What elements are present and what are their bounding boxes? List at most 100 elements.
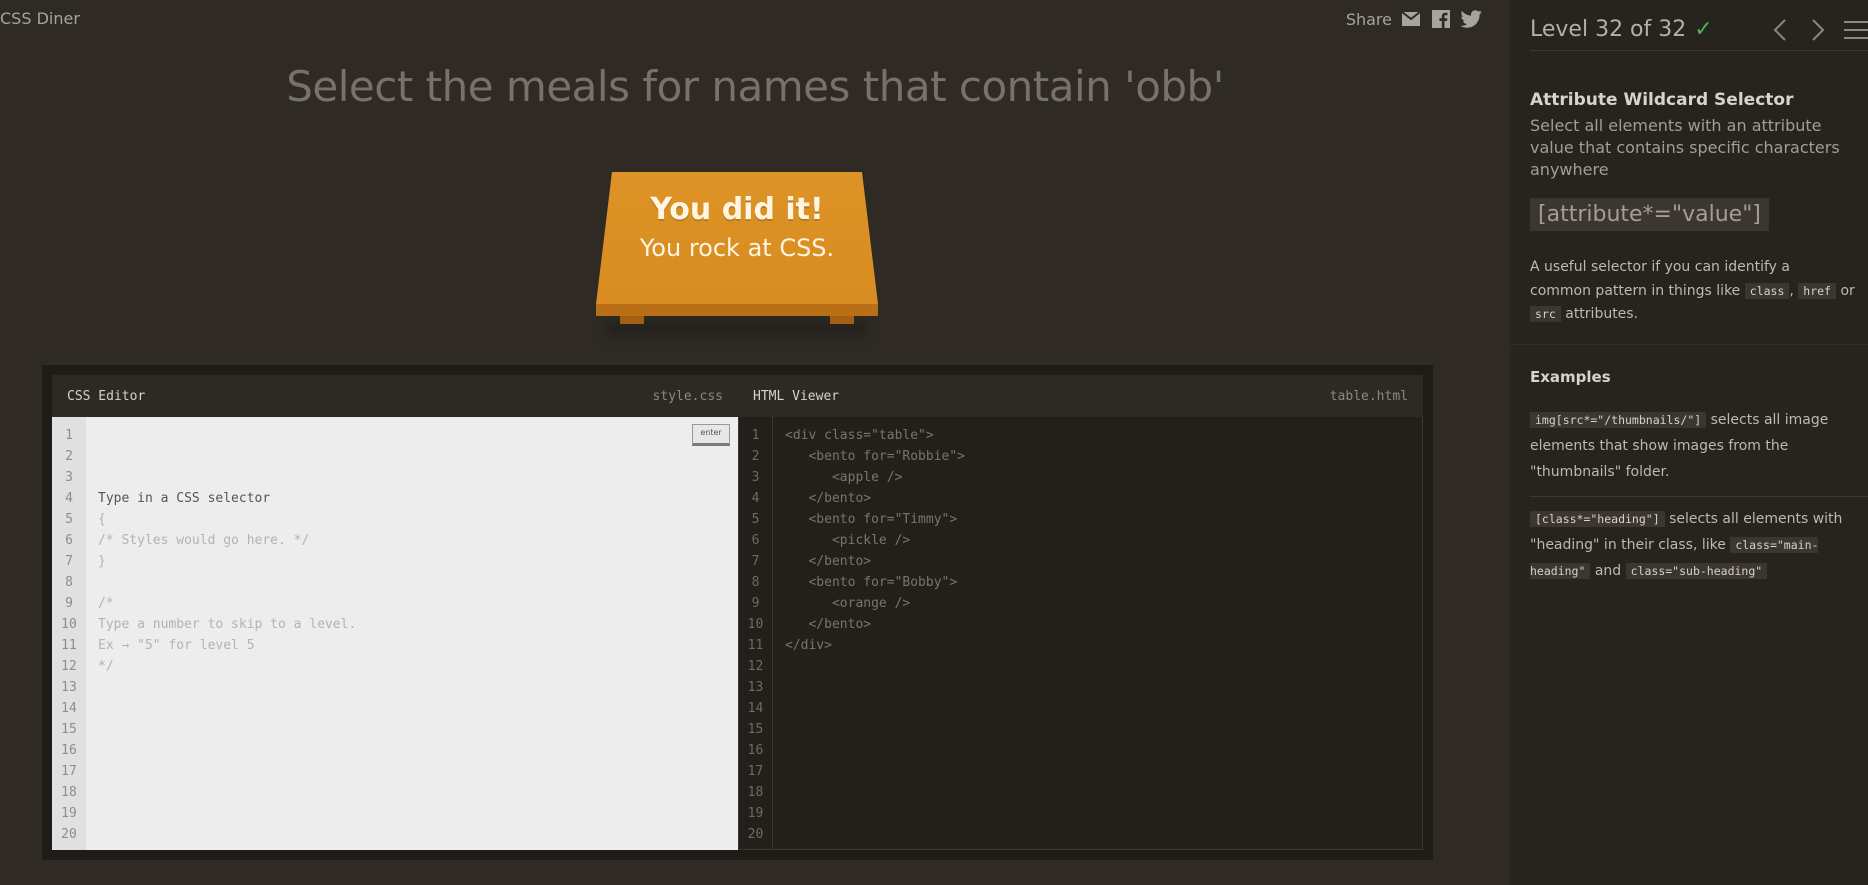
example-code: class="sub-heading" [1625, 563, 1768, 579]
hint-code-src: src [1530, 306, 1561, 322]
hint-separator: , [1789, 282, 1794, 299]
line-number: 17 [747, 764, 764, 779]
win-message-subtitle: You rock at CSS. [639, 234, 835, 262]
line-number: 11 [747, 638, 764, 653]
code-line: </bento> [785, 491, 872, 506]
checkmark-icon: ✓ [1694, 17, 1713, 42]
line-number: 9 [751, 596, 760, 611]
line-number: 7 [751, 554, 760, 569]
example-item: [class*="heading"] selects all elements … [1530, 506, 1860, 584]
code-line: /* [98, 596, 114, 611]
hint-code-class: class [1744, 282, 1790, 299]
html-viewer-header: HTML Viewer table.html [738, 375, 1423, 417]
hint-separator: or [1840, 282, 1855, 299]
line-number: 7 [65, 554, 73, 569]
table-edge [596, 304, 878, 316]
line-number: 17 [61, 764, 77, 779]
level-sidebar: Level 32 of 32 ✓ Attribute Wildcard Sele… [1510, 0, 1868, 885]
css-editor-body: 1 2 3 4 5 6 7 8 9 10 11 12 13 14 15 16 17 18 19 20 enter Ty… [52, 417, 738, 850]
css-input[interactable]: enter Type in a CSS selector { /* Styles w… [86, 417, 738, 850]
mail-icon[interactable] [1400, 8, 1422, 30]
code-line: <div class="table"> [785, 428, 934, 443]
code-line: /* Styles would go here. */ [98, 533, 310, 548]
line-number: 9 [65, 596, 73, 611]
code-line: } [98, 554, 106, 569]
css-editor-title: CSS Editor [67, 388, 146, 404]
code-line: { [98, 512, 106, 527]
level-nav [1768, 16, 1868, 44]
line-number: 12 [747, 659, 764, 674]
html-viewer-body: 1 2 3 4 5 6 7 8 9 10 11 12 13 14 15 16 17 18 19 20 <div cla… [738, 417, 1423, 850]
code-line: <apple /> [785, 470, 903, 485]
hint-code-href: href [1798, 282, 1836, 299]
line-number: 18 [747, 785, 764, 800]
share-bar: Share [1346, 8, 1482, 30]
html-viewer: HTML Viewer table.html 1 2 3 4 5 6 7 8 9 10 11 12 13… [738, 375, 1423, 850]
code-line: Type in a CSS selector [98, 491, 271, 506]
line-number: 1 [65, 428, 73, 443]
line-number: 6 [751, 533, 760, 548]
css-editor: CSS Editor style.css 1 2 3 4 5 6 7 8 9 10 11 12 13 14… [52, 375, 738, 850]
line-number: 10 [61, 617, 77, 632]
examples-title: Examples [1530, 368, 1611, 386]
line-number: 18 [61, 785, 77, 800]
hint-text: attributes. [1565, 306, 1639, 322]
dining-table: You did it! You rock at CSS. [596, 172, 878, 336]
code-line: Type a number to skip to a level. [98, 617, 357, 632]
line-number: 14 [747, 701, 764, 716]
app-title: CSS Diner [0, 9, 80, 28]
chevron-left-icon[interactable] [1768, 16, 1792, 44]
line-number: 3 [751, 470, 760, 485]
example-code: [class*="heading"] [1530, 511, 1665, 527]
chevron-right-icon[interactable] [1806, 16, 1830, 44]
selector-name: Attribute Wildcard Selector [1530, 90, 1794, 110]
table-shadow [606, 322, 868, 336]
line-number: 6 [65, 533, 73, 548]
line-number: 20 [61, 827, 77, 842]
enter-button[interactable]: enter [692, 424, 730, 446]
line-number: 2 [751, 449, 760, 464]
code-line: <bento for="Bobby"> [785, 575, 958, 590]
code-line: <orange /> [785, 596, 911, 611]
level-indicator[interactable]: Level 32 of 32 ✓ [1530, 17, 1713, 42]
menu-icon[interactable] [1844, 16, 1868, 44]
selector-hint: A useful selector if you can identify a … [1530, 256, 1855, 327]
line-number: 5 [751, 512, 760, 527]
editor-panel: CSS Editor style.css 1 2 3 4 5 6 7 8 9 10 11 12 13 14… [42, 365, 1433, 860]
code-line: <bento for="Robbie"> [785, 449, 966, 464]
line-number: 20 [747, 827, 764, 842]
facebook-icon[interactable] [1430, 8, 1452, 30]
line-number: 11 [61, 638, 77, 653]
css-editor-header: CSS Editor style.css [52, 375, 738, 417]
html-markup: <div class="table"> <bento for="Robbie">… [773, 417, 1422, 849]
order-instruction: Select the meals for names that contain … [286, 62, 1224, 111]
twitter-icon[interactable] [1460, 8, 1482, 30]
section-divider [1510, 344, 1868, 345]
level-divider [1530, 50, 1868, 51]
line-number: 15 [61, 722, 77, 737]
line-number: 19 [747, 806, 764, 821]
code-line: */ [98, 659, 114, 674]
line-number: 14 [61, 701, 77, 716]
code-line: </bento> [785, 554, 872, 569]
line-number: 8 [751, 575, 760, 590]
line-number: 15 [747, 722, 764, 737]
main-area: CSS Diner Share Select the meals for nam… [0, 0, 1510, 885]
table-leg-right [830, 316, 854, 324]
win-message-title: You did it! [650, 192, 824, 227]
selector-description: Select all elements with an attribute va… [1530, 116, 1840, 179]
level-text: Level 32 of 32 [1530, 17, 1687, 42]
code-line: <pickle /> [785, 533, 911, 548]
line-number: 4 [751, 491, 760, 506]
line-number: 2 [65, 449, 73, 464]
line-number: 19 [61, 806, 77, 821]
example-item: img[src*="/thumbnails/"] selects all ima… [1530, 407, 1860, 485]
line-number: 16 [61, 743, 77, 758]
line-number: 8 [65, 575, 73, 590]
css-editor-filename: style.css [652, 388, 723, 404]
selector-syntax: [attribute*="value"] [1530, 198, 1769, 231]
line-number: 4 [65, 491, 73, 506]
example-code: img[src*="/thumbnails/"] [1530, 412, 1707, 428]
html-line-numbers: 1 2 3 4 5 6 7 8 9 10 11 12 13 14 15 16 17 18 19 20 [739, 417, 773, 849]
